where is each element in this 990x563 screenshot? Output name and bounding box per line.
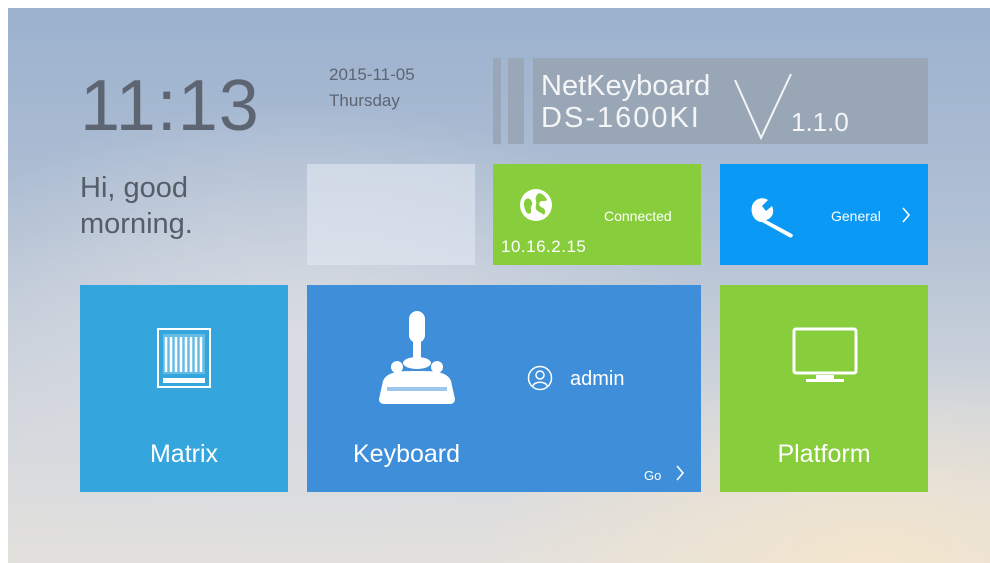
monitor-icon [792,327,858,382]
brand-stripe [493,58,501,144]
version-v-logo [734,73,792,140]
platform-tile[interactable]: Platform [720,285,928,492]
network-tile[interactable]: Connected 10.16.2.15 [493,164,701,265]
version-number: 1.1.0 [791,107,849,137]
brand-name: NetKeyboard [541,70,711,102]
brand-stripe [508,58,524,144]
home-screen: 11:13 2015-11-05 Thursday Hi, good morni… [8,8,990,563]
greeting-line-1: Hi, good [80,172,189,204]
clock-time: 11:13 [80,66,260,146]
chevron-right-icon [902,207,911,223]
keyboard-label: Keyboard [353,440,461,468]
weekday-text: Thursday [329,91,400,110]
greeting-line-2: morning. [80,208,193,240]
empty-tile [307,164,475,265]
matrix-icon [157,328,211,388]
platform-label: Platform [777,440,871,468]
globe-icon [520,189,552,221]
user-icon [527,365,553,391]
brand-banner: NetKeyboard DS-1600KI 1.1.0 [533,58,928,144]
go-label[interactable]: Go [644,469,661,482]
chevron-right-icon[interactable] [675,464,685,482]
general-settings-tile[interactable]: General [720,164,928,265]
matrix-label: Matrix [149,440,219,468]
joystick-icon [379,311,455,404]
network-status: Connected [604,208,672,224]
keyboard-tile[interactable]: admin Keyboard Go [307,285,701,492]
general-label: General [831,208,881,224]
date-text: 2015-11-05 [329,65,415,84]
ip-address: 10.16.2.15 [501,237,587,256]
wrench-icon [751,198,793,238]
user-name: admin [570,368,625,390]
matrix-tile[interactable]: Matrix [80,285,288,492]
brand-model: DS-1600KI [541,102,701,134]
